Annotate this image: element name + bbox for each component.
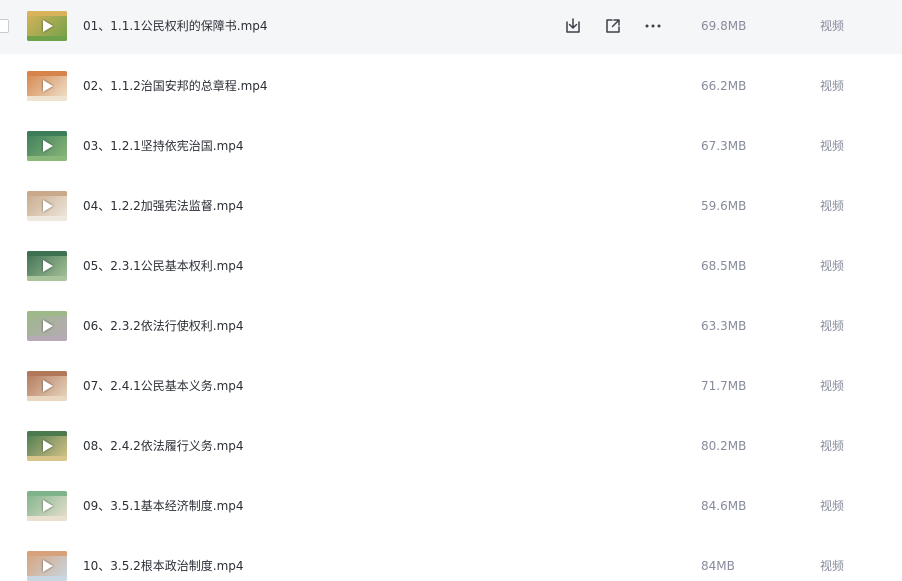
play-icon [43,560,53,572]
thumbnail-band [27,216,67,221]
thumbnail-band [27,491,67,496]
file-row[interactable]: 09、3.5.1基本经济制度.mp4 84.6MB 视频 [0,480,902,534]
play-icon [43,380,53,392]
thumbnail-band [27,396,67,401]
thumbnail-band [27,131,67,136]
file-type: 视频 [820,259,845,273]
file-row[interactable]: 01、1.1.1公民权利的保障书.mp4 69.8MB 视频 [0,0,902,54]
select-checkbox[interactable] [0,19,9,33]
file-name[interactable]: 10、3.5.2根本政治制度.mp4 [83,558,244,574]
file-size: 63.3MB [701,319,747,333]
play-icon [43,80,53,92]
file-size: 66.2MB [701,79,747,93]
video-thumbnail[interactable] [27,371,67,401]
video-thumbnail[interactable] [27,191,67,221]
thumbnail-band [27,36,67,41]
file-type: 视频 [820,19,845,33]
file-size: 84MB [701,559,735,573]
play-icon [43,320,53,332]
file-size: 59.6MB [701,199,747,213]
video-thumbnail[interactable] [27,71,67,101]
video-thumbnail[interactable] [27,431,67,461]
file-type: 视频 [820,319,845,333]
thumbnail-band [27,251,67,256]
file-row[interactable]: 06、2.3.2依法行使权利.mp4 63.3MB 视频 [0,300,902,354]
file-size: 71.7MB [701,379,747,393]
file-name[interactable]: 03、1.2.1坚持依宪治国.mp4 [83,138,244,154]
file-row[interactable]: 02、1.1.2治国安邦的总章程.mp4 66.2MB 视频 [0,60,902,114]
file-size: 67.3MB [701,139,747,153]
file-type: 视频 [820,139,845,153]
play-icon [43,440,53,452]
thumbnail-band [27,336,67,341]
file-row[interactable]: 08、2.4.2依法履行义务.mp4 80.2MB 视频 [0,420,902,474]
play-icon [43,500,53,512]
file-type: 视频 [820,79,845,93]
file-size: 84.6MB [701,499,747,513]
play-icon [43,140,53,152]
file-list: 01、1.1.1公民权利的保障书.mp4 69.8MB 视频 02、1.1.2治国安邦… [0,0,902,581]
more-icon[interactable] [643,16,663,36]
thumbnail-band [27,576,67,581]
thumbnail-band [27,191,67,196]
play-icon [43,20,53,32]
file-type: 视频 [820,559,845,573]
thumbnail-band [27,371,67,376]
file-size: 68.5MB [701,259,747,273]
file-type: 视频 [820,379,845,393]
file-size: 69.8MB [701,19,747,33]
video-thumbnail[interactable] [27,311,67,341]
thumbnail-band [27,156,67,161]
file-name[interactable]: 04、1.2.2加强宪法监督.mp4 [83,198,244,214]
video-thumbnail[interactable] [27,551,67,581]
thumbnail-band [27,311,67,316]
video-thumbnail[interactable] [27,131,67,161]
file-type: 视频 [820,439,845,453]
file-type: 视频 [820,199,845,213]
file-row[interactable]: 10、3.5.2根本政治制度.mp4 84MB 视频 [0,540,902,581]
share-icon[interactable] [603,16,623,36]
video-thumbnail[interactable] [27,11,67,41]
thumbnail-band [27,456,67,461]
file-name[interactable]: 09、3.5.1基本经济制度.mp4 [83,498,244,514]
file-name[interactable]: 07、2.4.1公民基本义务.mp4 [83,378,244,394]
play-icon [43,200,53,212]
video-thumbnail[interactable] [27,491,67,521]
file-row[interactable]: 05、2.3.1公民基本权利.mp4 68.5MB 视频 [0,240,902,294]
thumbnail-band [27,96,67,101]
file-name[interactable]: 02、1.1.2治国安邦的总章程.mp4 [83,78,268,94]
thumbnail-band [27,71,67,76]
file-name[interactable]: 05、2.3.1公民基本权利.mp4 [83,258,244,274]
file-type: 视频 [820,499,845,513]
thumbnail-band [27,431,67,436]
video-thumbnail[interactable] [27,251,67,281]
file-name[interactable]: 08、2.4.2依法履行义务.mp4 [83,438,244,454]
file-row[interactable]: 03、1.2.1坚持依宪治国.mp4 67.3MB 视频 [0,120,902,174]
play-icon [43,260,53,272]
file-size: 80.2MB [701,439,747,453]
file-name[interactable]: 06、2.3.2依法行使权利.mp4 [83,318,244,334]
file-row[interactable]: 07、2.4.1公民基本义务.mp4 71.7MB 视频 [0,360,902,414]
thumbnail-band [27,11,67,16]
thumbnail-band [27,551,67,556]
thumbnail-band [27,516,67,521]
download-icon[interactable] [563,16,583,36]
file-row[interactable]: 04、1.2.2加强宪法监督.mp4 59.6MB 视频 [0,180,902,234]
thumbnail-band [27,276,67,281]
file-name[interactable]: 01、1.1.1公民权利的保障书.mp4 [83,18,268,34]
